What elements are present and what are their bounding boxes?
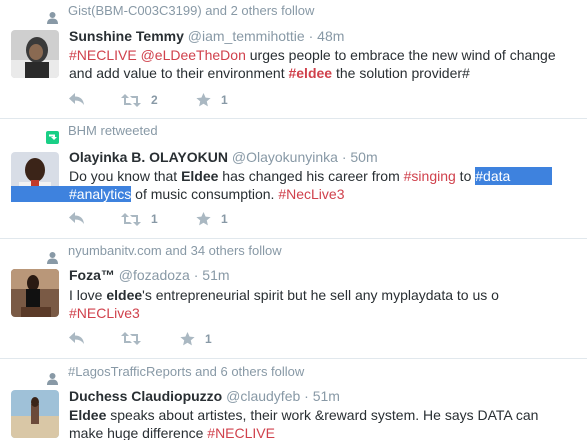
- hashtag-link[interactable]: #eldee: [288, 65, 332, 81]
- separator: ·: [304, 388, 309, 404]
- tweet-header: Foza™ @fozadoza · 51m: [69, 267, 230, 283]
- fullname[interactable]: Foza™: [69, 267, 115, 283]
- hashtag-link[interactable]: #NECLIVE: [69, 47, 137, 63]
- username[interactable]: @fozadoza: [119, 267, 190, 283]
- favorite-icon: [196, 212, 211, 226]
- reply-button[interactable]: [69, 212, 85, 225]
- hashtag-link[interactable]: #NECLive3: [69, 305, 140, 321]
- fullname[interactable]: Olayinka B. OLAYOKUN: [69, 149, 228, 165]
- text-fragment: of music consumption.: [131, 186, 279, 202]
- text-fragment: I love: [69, 287, 107, 303]
- retweet-icon: [121, 93, 141, 107]
- hashtag-text: #data: [475, 168, 511, 184]
- hashtag-link[interactable]: #NecLive3: [278, 186, 344, 202]
- favorite-count: 1: [221, 212, 228, 226]
- text-fragment: 's entrepreneurial spirit but he sell an…: [142, 287, 499, 303]
- avatar[interactable]: [11, 269, 59, 317]
- fullname[interactable]: Duchess Claudiopuzzo: [69, 388, 222, 404]
- mention-link[interactable]: @eLDeeTheDon: [141, 47, 246, 63]
- avatar[interactable]: [11, 30, 59, 78]
- retweet-icon: [121, 212, 141, 226]
- retweet-icon: [46, 131, 59, 144]
- tweet-text: Do you know that Eldee has changed his c…: [11, 167, 579, 203]
- hashtag-link-selected[interactable]: #analytics: [11, 186, 132, 202]
- tweet-4[interactable]: #LagosTrafficReports and 6 others follow…: [0, 359, 587, 440]
- username[interactable]: @claudyfeb: [226, 388, 300, 404]
- keyword-bold: eldee: [106, 287, 143, 303]
- reply-icon: [69, 332, 84, 344]
- favorite-button[interactable]: 1: [196, 93, 228, 107]
- tweet-1[interactable]: Gist(BBM-C003C3199) and 2 others follow …: [0, 0, 587, 119]
- separator: ·: [193, 267, 199, 283]
- keyword-bold: Eldee: [69, 407, 107, 423]
- text-fragment: speaks about artistes, their work &rewar…: [69, 407, 539, 440]
- keyword-bold: Eldee: [181, 168, 219, 184]
- tweet-header: Duchess Claudiopuzzo @claudyfeb · 51m: [69, 388, 340, 404]
- favorite-count: 1: [205, 332, 212, 346]
- follow-icon: [47, 252, 58, 264]
- follow-icon: [47, 373, 58, 385]
- favorite-icon: [196, 93, 211, 107]
- text-fragment: Do you know that: [69, 168, 182, 184]
- timestamp[interactable]: 51m: [202, 267, 229, 283]
- avatar[interactable]: [11, 390, 59, 438]
- favorite-icon: [180, 332, 195, 346]
- tweet-text: #NECLIVE @eLDeeTheDon urges people to em…: [69, 46, 579, 82]
- retweet-icon: [121, 332, 141, 345]
- username[interactable]: @iam_temmihottie: [188, 28, 305, 44]
- context-text[interactable]: nyumbanitv.com and 34 others follow: [68, 243, 282, 258]
- retweet-button[interactable]: 1: [121, 212, 158, 226]
- retweet-button[interactable]: [121, 332, 151, 345]
- separator: ·: [308, 28, 314, 44]
- hashtag-link[interactable]: #NECLIVE: [207, 425, 275, 440]
- context-text[interactable]: BHM retweeted: [68, 123, 158, 138]
- context-text[interactable]: Gist(BBM-C003C3199) and 2 others follow: [68, 3, 314, 18]
- hashtag-link[interactable]: #singing: [404, 168, 456, 184]
- tweet-text: I love eldee's entrepreneurial spirit bu…: [69, 286, 579, 322]
- hashtag-link-selected[interactable]: #data: [475, 167, 553, 185]
- favorite-button[interactable]: 1: [196, 212, 228, 226]
- reply-button[interactable]: [69, 332, 85, 345]
- favorite-count: 1: [221, 93, 228, 107]
- separator: ·: [341, 149, 347, 165]
- username[interactable]: @Olayokunyinka: [232, 149, 338, 165]
- retweet-count: 2: [151, 93, 158, 107]
- text-fragment: has changed his career from: [218, 168, 404, 184]
- reply-icon: [69, 212, 84, 224]
- tweet-3[interactable]: nyumbanitv.com and 34 others follow Foza…: [0, 239, 587, 359]
- timestamp[interactable]: 50m: [350, 149, 377, 165]
- reply-button[interactable]: [69, 93, 85, 106]
- fullname[interactable]: Sunshine Temmy: [69, 28, 184, 44]
- tweet-header: Sunshine Temmy @iam_temmihottie · 48m: [69, 28, 344, 44]
- timestamp[interactable]: 51m: [313, 388, 340, 404]
- retweet-button[interactable]: 2: [121, 93, 158, 107]
- retweet-count: 1: [151, 212, 158, 226]
- timestamp[interactable]: 48m: [317, 28, 344, 44]
- text-fragment: to: [455, 168, 476, 184]
- reply-icon: [69, 93, 84, 105]
- context-text[interactable]: #LagosTrafficReports and 6 others follow: [68, 364, 304, 379]
- tweet-2[interactable]: BHM retweeted Olayinka B. OLAYOKUN @Olay…: [0, 119, 587, 239]
- tweet-header: Olayinka B. OLAYOKUN @Olayokunyinka · 50…: [69, 149, 378, 165]
- favorite-button[interactable]: 1: [180, 332, 212, 346]
- follow-icon: [47, 12, 58, 24]
- tweet-text: Eldee speaks about artistes, their work …: [69, 406, 559, 440]
- text-fragment: the solution provider#: [332, 65, 470, 81]
